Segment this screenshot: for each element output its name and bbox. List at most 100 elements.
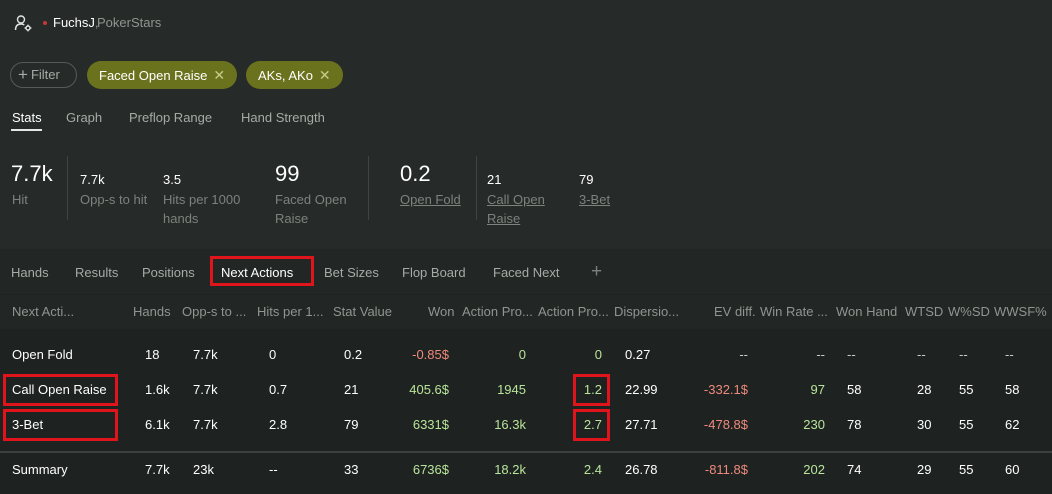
cell-hits: 2.8	[269, 417, 288, 432]
user-settings-icon[interactable]	[14, 14, 32, 32]
cell-ev-diff: -811.8$	[704, 462, 748, 477]
cell-dispersion: 27.71	[625, 417, 658, 432]
col-wwsf[interactable]: WWSF%	[994, 304, 1047, 319]
cell-won: 6331$	[412, 417, 449, 432]
call-open-value: 21	[487, 172, 502, 187]
col-opps[interactable]: Opp-s to ...	[182, 304, 246, 319]
faced-label: Faced Open Raise	[275, 192, 347, 226]
cell-hands: 7.7k	[145, 462, 170, 477]
cell-wsd: 55	[959, 417, 974, 432]
cell-dispersion: 0.27	[625, 347, 651, 362]
cell-won-hand: 74	[847, 462, 862, 477]
col-hits-per[interactable]: Hits per 1...	[257, 304, 323, 319]
cell-wtsd: --	[917, 347, 926, 362]
col-won[interactable]: Won	[428, 304, 455, 319]
col-win-rate[interactable]: Win Rate ...	[760, 304, 828, 319]
cell-hits: --	[269, 462, 278, 477]
active-tab-indicator	[11, 129, 42, 131]
highlight-box	[3, 409, 118, 441]
tab-flop-board[interactable]: Flop Board	[402, 265, 466, 280]
cell-wsd: 55	[959, 382, 974, 397]
cell-action-pro-2: 2.4	[583, 462, 602, 477]
cell-hands: 1.6k	[145, 382, 170, 397]
highlight-box	[573, 409, 610, 441]
hit-label: Hit	[12, 192, 28, 207]
faced-value: 99	[275, 161, 300, 186]
cell-won: 405.6$	[409, 382, 449, 397]
col-hands[interactable]: Hands	[133, 304, 171, 319]
cell-opps: 7.7k	[193, 382, 218, 397]
tab-faced-next[interactable]: Faced Next	[493, 265, 559, 280]
tab-graph[interactable]: Graph	[66, 110, 102, 125]
cell-won: -0.85$	[412, 347, 449, 362]
tab-positions[interactable]: Positions	[142, 265, 195, 280]
col-next-action[interactable]: Next Acti...	[12, 304, 74, 319]
tab-results[interactable]: Results	[75, 265, 118, 280]
col-ev-diff[interactable]: EV diff.	[714, 304, 756, 319]
add-filter-button[interactable]: + Filter	[10, 62, 77, 88]
cell-dispersion: 22.99	[625, 382, 658, 397]
cell-hands: 18	[145, 347, 160, 362]
col-stat-value[interactable]: Stat Value	[333, 304, 392, 319]
close-icon[interactable]: ✕	[213, 67, 225, 83]
col-dispersion[interactable]: Dispersio...	[614, 304, 679, 319]
call-open-link[interactable]: Call Open Raise	[487, 190, 545, 228]
col-action-pro-2[interactable]: Action Pro...	[538, 304, 609, 319]
cell-win-rate: 97	[810, 382, 825, 397]
cell-opps: 7.7k	[193, 417, 218, 432]
three-bet-link[interactable]: 3-Bet	[579, 190, 610, 209]
cell-won: 6736$	[412, 462, 449, 477]
open-fold-value: 0.2	[400, 161, 431, 186]
cell-stat: 33	[344, 462, 359, 477]
divider	[476, 156, 477, 220]
row-name: Summary	[12, 462, 68, 477]
cell-hits: 0.7	[269, 382, 288, 397]
cell-win-rate: 230	[803, 417, 825, 432]
cell-win-rate: 202	[803, 462, 825, 477]
opps-value: 7.7k	[80, 172, 105, 187]
cell-action-pro-2: 0	[594, 347, 602, 362]
filter-chip-aks-ako[interactable]: AKs, AKo ✕	[246, 61, 343, 89]
three-bet-value: 79	[579, 172, 594, 187]
cell-wwsf: 58	[1005, 382, 1020, 397]
close-icon[interactable]: ✕	[319, 67, 331, 83]
cell-wwsf: 62	[1005, 417, 1020, 432]
cell-won-hand: --	[847, 347, 856, 362]
cell-win-rate: --	[816, 347, 825, 362]
col-action-pro-1[interactable]: Action Pro...	[462, 304, 533, 319]
tab-bet-sizes[interactable]: Bet Sizes	[324, 265, 379, 280]
add-tab-icon[interactable]: +	[591, 261, 602, 283]
cell-stat: 79	[344, 417, 359, 432]
cell-action-pro-1: 0	[518, 347, 526, 362]
cell-wtsd: 29	[917, 462, 932, 477]
tab-preflop-range[interactable]: Preflop Range	[129, 110, 212, 125]
divider	[368, 156, 369, 220]
cell-won-hand: 58	[847, 382, 862, 397]
highlight-box	[573, 374, 610, 406]
cell-stat: 0.2	[344, 347, 363, 362]
row-name: Open Fold	[12, 347, 73, 362]
cell-hits: 0	[269, 347, 277, 362]
cell-action-pro-1: 1945	[497, 382, 526, 397]
cell-wtsd: 30	[917, 417, 932, 432]
col-won-hand[interactable]: Won Hand	[836, 304, 897, 319]
online-status-dot	[43, 21, 47, 25]
tab-hand-strength[interactable]: Hand Strength	[241, 110, 325, 125]
divider	[67, 156, 68, 220]
col-wtsd[interactable]: WTSD	[905, 304, 943, 319]
open-fold-link[interactable]: Open Fold	[400, 190, 461, 209]
cell-won-hand: 78	[847, 417, 862, 432]
hit-value: 7.7k	[11, 161, 53, 186]
col-wsd[interactable]: W%SD	[948, 304, 990, 319]
cell-wwsf: --	[1005, 347, 1014, 362]
username: FuchsJ,	[53, 15, 99, 30]
filter-chip-faced-open-raise[interactable]: Faced Open Raise ✕	[87, 61, 237, 89]
cell-wsd: 55	[959, 462, 974, 477]
poker-room: PokerStars	[97, 15, 162, 30]
tab-stats[interactable]: Stats	[12, 110, 42, 125]
cell-dispersion: 26.78	[625, 462, 658, 477]
cell-hands: 6.1k	[145, 417, 170, 432]
cell-ev-diff: --	[739, 347, 748, 362]
tab-hands[interactable]: Hands	[11, 265, 49, 280]
hits-per-label: Hits per 1000 hands	[163, 192, 241, 226]
